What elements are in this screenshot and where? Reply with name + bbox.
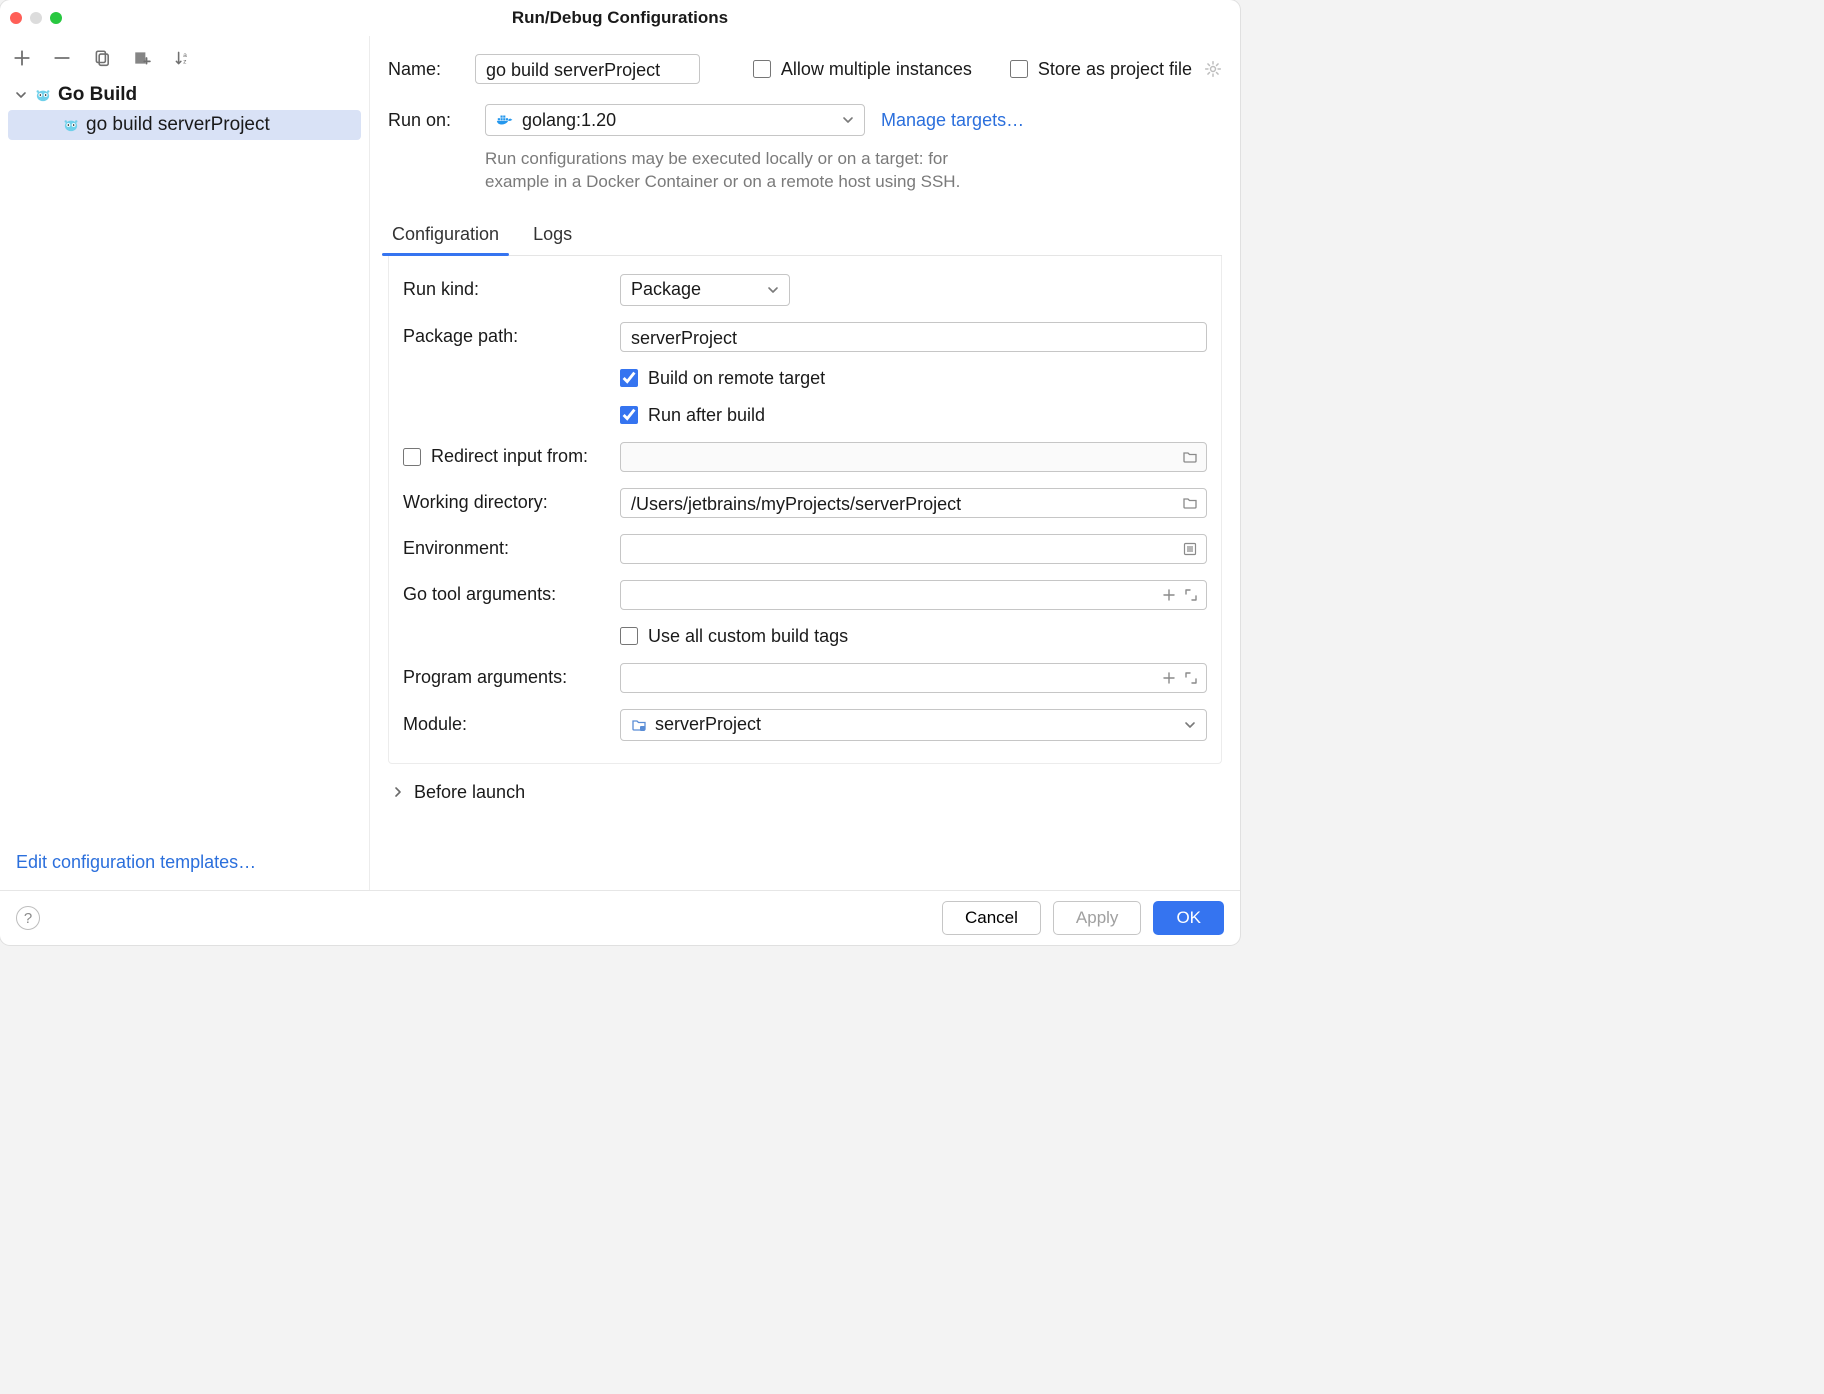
run-kind-label: Run kind: — [403, 279, 608, 300]
chevron-down-icon — [767, 284, 779, 296]
chevron-down-icon — [1184, 719, 1196, 731]
cancel-button[interactable]: Cancel — [942, 901, 1041, 935]
go-tool-arguments-input[interactable] — [620, 580, 1207, 610]
tree-item-label: go build serverProject — [86, 114, 270, 136]
run-on-dropdown[interactable]: golang:1.20 — [485, 104, 865, 136]
sidebar-toolbar: az — [0, 40, 369, 74]
name-input[interactable]: go build serverProject — [475, 54, 700, 84]
configurations-sidebar: az Go Build go build ser — [0, 36, 370, 890]
copy-icon[interactable] — [92, 48, 112, 68]
module-icon — [631, 717, 647, 733]
ok-button[interactable]: OK — [1153, 901, 1224, 935]
configuration-panel: Run kind: Package Package path: — [388, 256, 1222, 764]
build-remote-label: Build on remote target — [648, 368, 825, 389]
working-directory-value: /Users/jetbrains/myProjects/serverProjec… — [631, 494, 961, 514]
folder-browse-icon[interactable] — [1182, 495, 1198, 511]
program-arguments-label: Program arguments: — [403, 667, 608, 688]
details-panel: Name: go build serverProject Allow multi… — [370, 36, 1240, 890]
program-arguments-input[interactable] — [620, 663, 1207, 693]
chevron-right-icon — [392, 786, 404, 798]
chevron-down-icon — [842, 114, 854, 126]
folder-browse-icon[interactable] — [1182, 449, 1198, 465]
run-kind-dropdown[interactable]: Package — [620, 274, 790, 306]
allow-multiple-instances-checkbox[interactable]: Allow multiple instances — [753, 59, 972, 80]
run-on-value: golang:1.20 — [522, 110, 616, 131]
expand-icon[interactable] — [1184, 671, 1198, 685]
gopher-icon — [62, 118, 80, 132]
working-directory-label: Working directory: — [403, 492, 608, 513]
edit-configuration-templates-link[interactable]: Edit configuration templates… — [16, 852, 256, 872]
redirect-input-from-checkbox[interactable]: Redirect input from: — [403, 446, 608, 467]
tab-logs[interactable]: Logs — [529, 214, 576, 255]
configurations-tree: Go Build go build serverProject — [0, 74, 369, 844]
run-debug-configurations-window: Run/Debug Configurations az — [0, 0, 1240, 945]
name-label: Name: — [388, 59, 463, 80]
redirect-input-path-input[interactable] — [620, 442, 1207, 472]
package-path-label: Package path: — [403, 326, 608, 347]
sort-icon[interactable]: az — [172, 48, 192, 68]
run-after-build-label: Run after build — [648, 405, 765, 426]
tree-item-go-build-serverproject[interactable]: go build serverProject — [8, 110, 361, 140]
tree-group-go-build[interactable]: Go Build — [8, 80, 361, 110]
before-launch-label: Before launch — [414, 782, 525, 803]
package-path-value: serverProject — [631, 328, 737, 348]
name-value: go build serverProject — [486, 60, 660, 80]
gopher-icon — [34, 88, 52, 102]
store-as-project-file-checkbox[interactable]: Store as project file — [1010, 59, 1192, 80]
redirect-input-label: Redirect input from: — [431, 446, 588, 467]
module-value: serverProject — [655, 714, 761, 735]
insert-macro-icon[interactable] — [1162, 671, 1176, 685]
use-custom-tags-label: Use all custom build tags — [648, 626, 848, 647]
run-on-hint: Run configurations may be executed local… — [485, 148, 1005, 194]
tree-group-label: Go Build — [58, 84, 137, 106]
save-template-icon[interactable] — [132, 48, 152, 68]
module-label: Module: — [403, 714, 608, 735]
go-tool-arguments-label: Go tool arguments: — [403, 584, 608, 605]
build-on-remote-target-checkbox[interactable]: Build on remote target — [620, 368, 1207, 389]
allow-multiple-label: Allow multiple instances — [781, 59, 972, 80]
environment-label: Environment: — [403, 538, 608, 559]
module-dropdown[interactable]: serverProject — [620, 709, 1207, 741]
run-kind-value: Package — [631, 279, 701, 300]
environment-input[interactable] — [620, 534, 1207, 564]
dialog-footer: ? Cancel Apply OK — [0, 890, 1240, 945]
gear-icon[interactable] — [1204, 60, 1222, 78]
svg-text:z: z — [183, 59, 187, 66]
before-launch-toggle[interactable]: Before launch — [388, 764, 1222, 813]
working-directory-input[interactable]: /Users/jetbrains/myProjects/serverProjec… — [620, 488, 1207, 518]
chevron-down-icon — [14, 88, 28, 102]
help-icon[interactable]: ? — [16, 906, 40, 930]
use-all-custom-build-tags-checkbox[interactable]: Use all custom build tags — [620, 626, 1207, 647]
docker-icon — [496, 112, 514, 128]
apply-button[interactable]: Apply — [1053, 901, 1142, 935]
expand-icon[interactable] — [1184, 588, 1198, 602]
config-tabs: Configuration Logs — [388, 214, 1222, 256]
title-bar: Run/Debug Configurations — [0, 0, 1240, 36]
insert-macro-icon[interactable] — [1162, 588, 1176, 602]
run-after-build-checkbox[interactable]: Run after build — [620, 405, 1207, 426]
window-title: Run/Debug Configurations — [0, 8, 1240, 28]
store-project-file-label: Store as project file — [1038, 59, 1192, 80]
tab-configuration[interactable]: Configuration — [388, 214, 503, 255]
package-path-input[interactable]: serverProject — [620, 322, 1207, 352]
list-edit-icon[interactable] — [1182, 541, 1198, 557]
run-on-label: Run on: — [388, 110, 473, 131]
remove-icon[interactable] — [52, 48, 72, 68]
manage-targets-link[interactable]: Manage targets… — [881, 110, 1024, 131]
sidebar-footer: Edit configuration templates… — [0, 844, 369, 890]
add-icon[interactable] — [12, 48, 32, 68]
